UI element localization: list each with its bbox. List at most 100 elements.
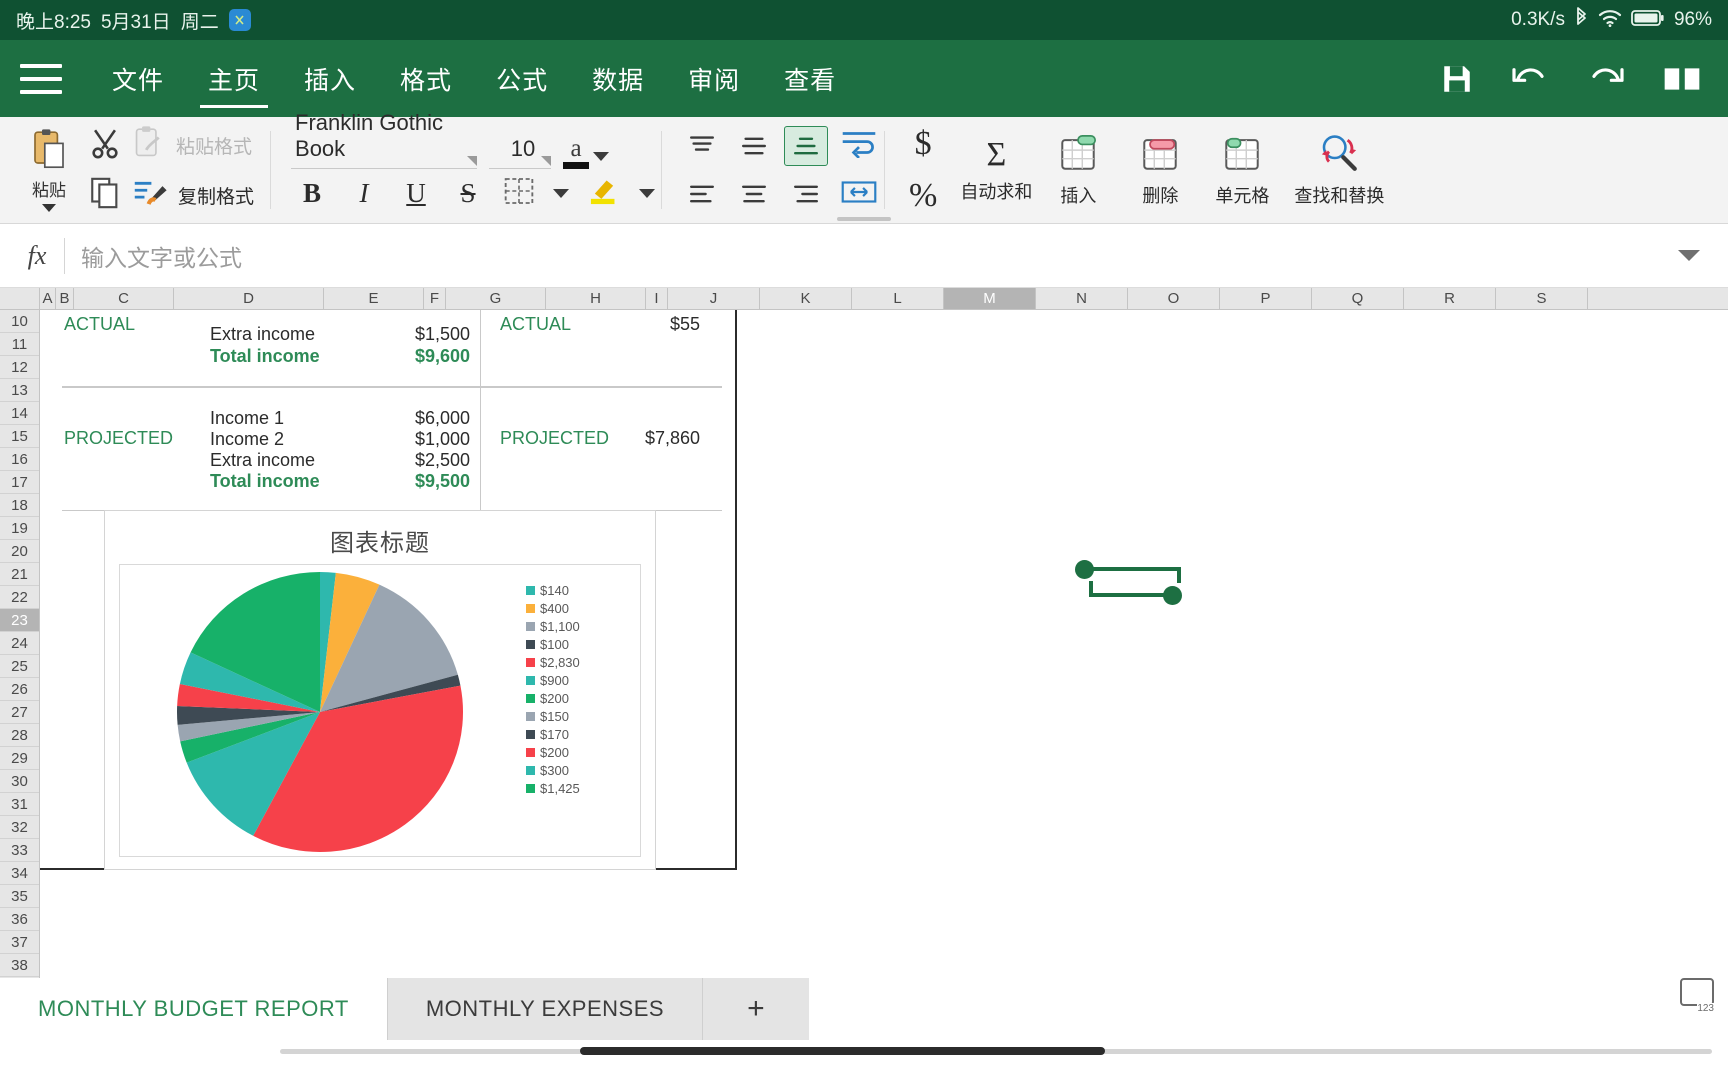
row-header-15[interactable]: 15 xyxy=(0,425,39,448)
legend-item-5[interactable]: $900 xyxy=(526,673,640,688)
ribbon-tab-formula[interactable]: 公式 xyxy=(474,41,570,116)
row-header-11[interactable]: 11 xyxy=(0,333,39,356)
row-header-24[interactable]: 24 xyxy=(0,632,39,655)
legend-item-7[interactable]: $150 xyxy=(526,709,640,724)
column-header-G[interactable]: G xyxy=(446,288,546,309)
cell-E17[interactable]: $9,500 xyxy=(385,471,470,492)
borders-chevron-down-icon[interactable] xyxy=(553,188,570,198)
cell-selection-handles[interactable] xyxy=(1075,560,1195,605)
chevron-down-icon[interactable] xyxy=(593,152,610,161)
cell-H10[interactable]: $55 xyxy=(615,314,700,335)
row-header-35[interactable]: 35 xyxy=(0,885,39,908)
legend-item-1[interactable]: $400 xyxy=(526,601,640,616)
column-header-A[interactable]: A xyxy=(40,288,56,309)
cut-icon[interactable] xyxy=(88,126,122,165)
row-header-23[interactable]: 23 xyxy=(0,609,39,632)
cell-D14[interactable]: Income 1 xyxy=(210,408,284,429)
cell-E16[interactable]: $2,500 xyxy=(385,450,470,471)
highlight-chevron-down-icon[interactable] xyxy=(639,188,656,198)
cell-E15[interactable]: $1,000 xyxy=(385,429,470,450)
ribbon-tab-review[interactable]: 审阅 xyxy=(666,41,762,116)
fx-icon[interactable]: fx xyxy=(14,241,60,271)
row-header-33[interactable]: 33 xyxy=(0,839,39,862)
formula-input[interactable]: 输入文字或公式 xyxy=(81,239,1678,273)
selection-handle-end[interactable] xyxy=(1163,586,1182,605)
sheet-tab-monthly-expenses[interactable]: MONTHLY EXPENSES xyxy=(387,978,704,1040)
column-header-F[interactable]: F xyxy=(424,288,446,309)
column-header-E[interactable]: E xyxy=(324,288,424,309)
column-header-P[interactable]: P xyxy=(1220,288,1312,309)
italic-button[interactable]: I xyxy=(347,178,381,209)
row-header-34[interactable]: 34 xyxy=(0,862,39,885)
cell-D17[interactable]: Total income xyxy=(210,471,320,492)
cell-H15[interactable]: $7,860 xyxy=(615,428,700,449)
legend-item-10[interactable]: $300 xyxy=(526,763,640,778)
align-right-icon[interactable] xyxy=(784,174,828,214)
row-header-31[interactable]: 31 xyxy=(0,793,39,816)
align-bottom-icon[interactable] xyxy=(784,126,829,166)
align-top-icon[interactable] xyxy=(680,126,724,166)
keyboard-icon[interactable] xyxy=(1680,978,1714,1014)
align-center-icon[interactable] xyxy=(732,174,776,214)
format-painter-icon[interactable] xyxy=(132,177,168,214)
legend-item-4[interactable]: $2,830 xyxy=(526,655,640,670)
row-header-19[interactable]: 19 xyxy=(0,517,39,540)
column-header-I[interactable]: I xyxy=(646,288,668,309)
row-header-17[interactable]: 17 xyxy=(0,471,39,494)
hamburger-menu-icon[interactable] xyxy=(20,63,62,94)
row-header-25[interactable]: 25 xyxy=(0,655,39,678)
column-header-D[interactable]: D xyxy=(174,288,324,309)
percent-format-button[interactable]: % xyxy=(909,177,937,215)
chevron-down-icon[interactable] xyxy=(1678,250,1700,261)
redo-icon[interactable] xyxy=(1586,62,1626,96)
column-header-M[interactable]: M xyxy=(944,288,1036,309)
legend-item-6[interactable]: $200 xyxy=(526,691,640,706)
column-header-R[interactable]: R xyxy=(1404,288,1496,309)
row-header-36[interactable]: 36 xyxy=(0,908,39,931)
cell-D10[interactable]: Extra income xyxy=(210,324,315,345)
column-header-S[interactable]: S xyxy=(1496,288,1588,309)
cell-C15[interactable]: PROJECTED xyxy=(64,428,173,449)
column-header-Q[interactable]: Q xyxy=(1312,288,1404,309)
column-header-B[interactable]: B xyxy=(56,288,74,309)
font-name-dropdown[interactable]: Franklin Gothic Book xyxy=(291,110,478,169)
cell-G10[interactable]: ACTUAL xyxy=(500,314,571,335)
column-header-J[interactable]: J xyxy=(668,288,760,309)
row-header-18[interactable]: 18 xyxy=(0,494,39,517)
cell-C10[interactable]: ACTUAL xyxy=(64,314,135,335)
cell-E14[interactable]: $6,000 xyxy=(385,408,470,429)
find-replace-button[interactable]: 查找和替换 xyxy=(1283,117,1395,223)
ribbon-resize-grip[interactable] xyxy=(837,217,891,221)
legend-item-11[interactable]: $1,425 xyxy=(526,781,640,796)
row-header-22[interactable]: 22 xyxy=(0,586,39,609)
select-all-corner[interactable] xyxy=(0,288,40,309)
grid-canvas[interactable]: ACTUAL Extra income $1,500 ACTUAL $55 To… xyxy=(40,310,1728,978)
row-header-10[interactable]: 10 xyxy=(0,310,39,333)
delete-cells-button[interactable]: 删除 xyxy=(1119,117,1201,223)
ribbon-tab-file[interactable]: 文件 xyxy=(90,41,186,116)
legend-item-8[interactable]: $170 xyxy=(526,727,640,742)
borders-icon[interactable] xyxy=(503,176,535,211)
ribbon-tab-data[interactable]: 数据 xyxy=(570,41,666,116)
align-middle-icon[interactable] xyxy=(732,126,776,166)
cell-D11[interactable]: Total income xyxy=(210,346,320,367)
merge-cells-icon[interactable] xyxy=(840,177,878,212)
copy-icon[interactable] xyxy=(88,176,122,215)
row-header-14[interactable]: 14 xyxy=(0,402,39,425)
legend-item-2[interactable]: $1,100 xyxy=(526,619,640,634)
underline-button[interactable]: U xyxy=(399,178,433,209)
legend-item-3[interactable]: $100 xyxy=(526,637,640,652)
ribbon-tab-view[interactable]: 查看 xyxy=(762,41,858,116)
cell-E10[interactable]: $1,500 xyxy=(385,324,470,345)
align-left-icon[interactable] xyxy=(680,174,724,214)
cell-E11[interactable]: $9,600 xyxy=(385,346,470,367)
add-sheet-button[interactable]: + xyxy=(703,978,810,1040)
ribbon-tab-insert[interactable]: 插入 xyxy=(282,41,378,116)
save-icon[interactable] xyxy=(1440,62,1474,96)
paste-button[interactable]: 粘贴 xyxy=(10,117,88,223)
legend-item-9[interactable]: $200 xyxy=(526,745,640,760)
row-header-37[interactable]: 37 xyxy=(0,931,39,954)
read-mode-icon[interactable] xyxy=(1662,63,1702,95)
currency-format-button[interactable]: $ xyxy=(915,125,932,163)
wrap-text-icon[interactable] xyxy=(840,128,878,163)
